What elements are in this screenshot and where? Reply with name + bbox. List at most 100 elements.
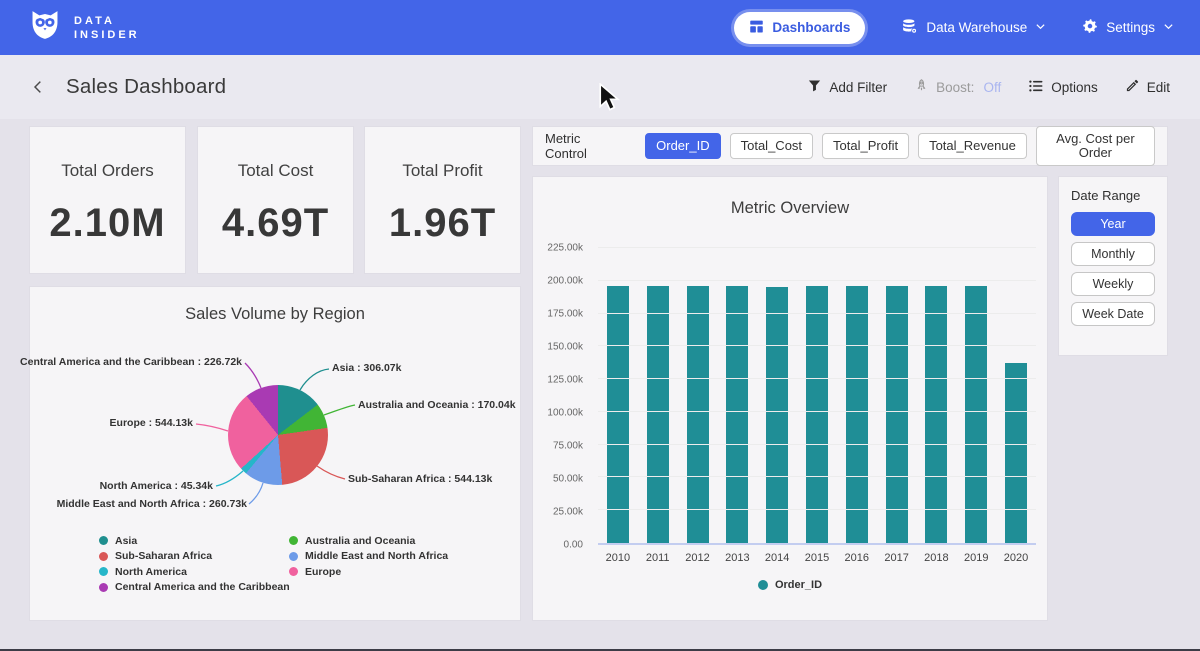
legend-dot xyxy=(289,567,298,576)
legend-dot xyxy=(289,552,298,561)
bar-2013[interactable] xyxy=(726,286,748,543)
legend-label: Order_ID xyxy=(775,579,822,591)
gear-icon xyxy=(1082,18,1098,37)
sales-dashboard-page: DATA INSIDER Dashboards xyxy=(0,0,1200,651)
y-tick-label: 50.00k xyxy=(553,474,583,485)
x-tick-label: 2018 xyxy=(917,552,957,564)
metric-chips: Order_ID Total_Cost Total_Profit Total_Reve… xyxy=(645,126,1155,166)
legend-label: North America xyxy=(115,566,187,578)
pie-label-central-america-and-the-caribbean: Central America and the Caribbean : 226.… xyxy=(20,356,242,368)
y-tick-label: 25.00k xyxy=(553,507,583,518)
x-tick-label: 2010 xyxy=(598,552,638,564)
list-icon xyxy=(1028,78,1044,97)
kpi-value: 4.69T xyxy=(222,201,329,246)
kpi-card-total-cost: Total Cost 4.69T xyxy=(198,127,353,273)
bar-2019[interactable] xyxy=(965,286,987,543)
pie-legend-column: AsiaSub-Saharan Africa North America Centr… xyxy=(99,533,290,595)
kpi-card-total-orders: Total Orders 2.10M xyxy=(30,127,185,273)
pie-legend-item-asia[interactable]: Asia xyxy=(99,533,290,549)
bar-chart-legend[interactable]: Order_ID xyxy=(533,579,1047,591)
date-range-week-date[interactable]: Week Date xyxy=(1071,302,1155,326)
edit-button[interactable]: Edit xyxy=(1125,78,1170,96)
bar-2020[interactable] xyxy=(1005,363,1027,543)
data-warehouse-menu[interactable]: Data Warehouse xyxy=(901,18,1046,38)
pie-chart[interactable] xyxy=(228,385,328,485)
bar-2018[interactable] xyxy=(925,286,947,543)
gridline xyxy=(598,345,1036,346)
x-tick-label: 2019 xyxy=(956,552,996,564)
bar-2014[interactable] xyxy=(766,287,788,543)
x-tick-label: 2020 xyxy=(996,552,1036,564)
bar-chart-x-axis: 2010201120122013201420152016201720182019… xyxy=(598,552,1036,564)
sales-volume-chart: Sales Volume by Region Asia : 306.07k Aus… xyxy=(30,287,520,620)
y-tick-label: 200.00k xyxy=(547,276,583,287)
nav-actions: Dashboards Data Warehouse xyxy=(734,12,1174,44)
bar-2012[interactable] xyxy=(687,286,709,543)
brand-logo[interactable]: DATA INSIDER xyxy=(28,8,140,47)
bar-chart-plot xyxy=(598,248,1036,545)
x-tick-label: 2013 xyxy=(717,552,757,564)
kpi-value: 2.10M xyxy=(49,201,165,246)
brand-text: DATA INSIDER xyxy=(74,14,140,42)
chart-title: Sales Volume by Region xyxy=(30,305,520,324)
pie-legend-item-middle-east-and-north-africa[interactable]: Middle East and North Africa xyxy=(289,549,448,565)
x-tick-label: 2016 xyxy=(837,552,877,564)
back-button[interactable] xyxy=(30,79,46,95)
database-icon xyxy=(901,18,918,38)
owl-logo-icon xyxy=(28,8,62,47)
legend-dot xyxy=(99,583,108,592)
metric-chip-avg-cost-per-order[interactable]: Avg. Cost per Order xyxy=(1036,126,1155,166)
legend-dot xyxy=(758,580,768,590)
y-tick-label: 75.00k xyxy=(553,441,583,452)
pie-label-sub-saharan-africa: Sub-Saharan Africa : 544.13k xyxy=(348,473,492,485)
x-tick-label: 2011 xyxy=(638,552,678,564)
metric-overview-chart: Metric Overview 0.0025.00k50.00k75.00k10… xyxy=(533,177,1047,620)
legend-label: Central America and the Caribbean xyxy=(115,581,290,593)
funnel-icon xyxy=(807,78,822,96)
kpi-label: Total Cost xyxy=(238,161,314,181)
pie-legend-item-sub-saharan-africa[interactable]: Sub-Saharan Africa xyxy=(99,549,290,565)
bar-2010[interactable] xyxy=(607,286,629,543)
metric-control-label: Metric Control xyxy=(545,131,623,161)
gridline xyxy=(598,476,1036,477)
pie-label-asia: Asia : 306.07k xyxy=(332,362,401,374)
y-tick-label: 175.00k xyxy=(547,309,583,320)
bar-2015[interactable] xyxy=(806,286,828,543)
gridline xyxy=(598,378,1036,379)
date-range-year[interactable]: Year xyxy=(1071,212,1155,236)
pie-label-australia-and-oceania: Australia and Oceania : 170.04k xyxy=(358,399,516,411)
y-tick-label: 225.00k xyxy=(547,243,583,254)
date-range-weekly[interactable]: Weekly xyxy=(1071,272,1155,296)
date-range-monthly[interactable]: Monthly xyxy=(1071,242,1155,266)
bar-2016[interactable] xyxy=(846,286,868,544)
kpi-label: Total Orders xyxy=(61,161,154,181)
pie-legend-item-europe[interactable]: Europe xyxy=(289,564,448,580)
add-filter-button[interactable]: Add Filter xyxy=(807,78,887,96)
rocket-icon xyxy=(914,78,929,96)
dashboards-button[interactable]: Dashboards xyxy=(734,12,865,44)
mouse-cursor xyxy=(598,83,620,116)
pie-legend-item-central-america-and-the-caribbean[interactable]: Central America and the Caribbean xyxy=(99,580,290,596)
chevron-down-icon xyxy=(1035,20,1046,35)
settings-menu[interactable]: Settings xyxy=(1082,18,1174,37)
legend-label: Sub-Saharan Africa xyxy=(115,550,212,562)
boost-toggle[interactable]: Boost: Off xyxy=(914,78,1001,96)
pie-label-north-america: North America : 45.34k xyxy=(100,480,213,492)
gridline xyxy=(598,444,1036,445)
metric-chip-total-profit[interactable]: Total_Profit xyxy=(822,133,909,159)
pie-legend-item-north-america[interactable]: North America xyxy=(99,564,290,580)
metric-chip-total-cost[interactable]: Total_Cost xyxy=(730,133,813,159)
date-range-panel: Date Range YearMonthlyWeeklyWeek Date xyxy=(1059,177,1167,355)
gridline xyxy=(598,247,1036,248)
bar-2017[interactable] xyxy=(886,286,908,543)
pie-legend-item-australia-and-oceania[interactable]: Australia and Oceania xyxy=(289,533,448,549)
metric-chip-order-id[interactable]: Order_ID xyxy=(645,133,720,159)
legend-label: Europe xyxy=(305,566,341,578)
kpi-label: Total Profit xyxy=(402,161,482,181)
options-button[interactable]: Options xyxy=(1028,78,1098,97)
legend-dot xyxy=(99,567,108,576)
metric-chip-total-revenue[interactable]: Total_Revenue xyxy=(918,133,1027,159)
y-tick-label: 125.00k xyxy=(547,375,583,386)
bar-2011[interactable] xyxy=(647,286,669,543)
boost-status: Off xyxy=(983,80,1001,95)
